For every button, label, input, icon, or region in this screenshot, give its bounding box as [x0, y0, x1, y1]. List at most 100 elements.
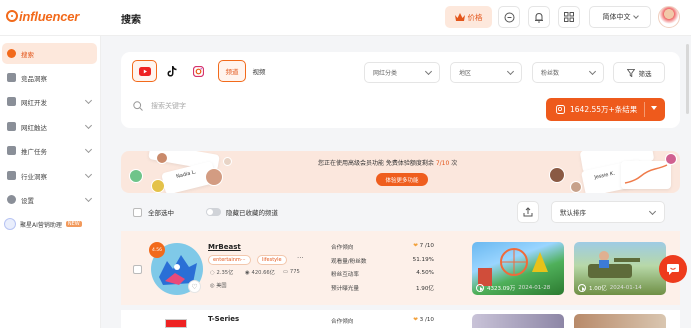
category-tag[interactable]: entertainm···	[208, 255, 251, 265]
eye-icon: ◉	[245, 269, 250, 276]
promo-banner: Nadia L. 您正在使用高级会员功能 免费体验额度剩余 7/10 次 体验更…	[121, 151, 680, 193]
video-thumbnail[interactable]	[472, 314, 564, 328]
video-thumbnail[interactable]	[574, 314, 666, 328]
select-all-checkbox[interactable]	[133, 207, 142, 217]
metric-label: 合作倾向	[331, 319, 354, 325]
metric-value-text: 3 /10	[419, 317, 434, 323]
video-meta: 1.00亿 2024-01-14	[578, 284, 642, 292]
videos-stat: ▭ 775	[283, 269, 300, 275]
channel-name[interactable]: MrBeast	[208, 243, 241, 251]
sidebar-item-label: 网红触达	[21, 123, 47, 132]
promo-message: 您正在使用高级会员功能 免费体验额度剩余 7/10 次	[318, 158, 457, 167]
more-tags-button[interactable]: ···	[297, 254, 304, 262]
sidebar-item-settings[interactable]: 设置	[2, 189, 97, 210]
platform-instagram[interactable]	[186, 60, 211, 82]
select-all[interactable]: 全部选中	[133, 207, 174, 217]
crown-icon	[454, 13, 465, 21]
user-icon: ◌	[210, 269, 215, 276]
caret-down-icon[interactable]	[651, 106, 657, 113]
video-icon: ▭	[283, 269, 288, 275]
hide-favorites-toggle[interactable]	[206, 208, 221, 216]
insight-icon	[7, 73, 16, 82]
platform-youtube[interactable]	[132, 60, 157, 82]
sidebar-item-label: 推广任务	[21, 147, 47, 156]
heart-icon: ♡	[191, 282, 198, 291]
page-title: 搜索	[121, 15, 141, 26]
logo-mark-icon	[6, 10, 18, 22]
row-checkbox[interactable]	[133, 265, 142, 274]
language-select[interactable]: 简体中文	[589, 6, 651, 28]
chat-icon	[667, 263, 679, 275]
user-avatar[interactable]	[658, 6, 680, 28]
metric-value: ❤ 7 /10	[413, 243, 434, 249]
filter-icon	[626, 68, 635, 77]
sidebar-item-industry[interactable]: 行业洞察	[2, 165, 97, 186]
pricing-button[interactable]: 价格	[445, 6, 492, 28]
search-results-button[interactable]: 1642.55万+条结果	[546, 98, 665, 121]
region-dropdown[interactable]: 地区	[450, 62, 522, 83]
gear-icon	[7, 195, 16, 204]
apps-button[interactable]	[558, 6, 580, 28]
promo-avatar	[129, 169, 143, 183]
search-input[interactable]: 搜索关键字	[133, 101, 186, 111]
notifications-button[interactable]	[528, 6, 550, 28]
subscribers-stat: ◌ 2.35亿	[210, 269, 234, 277]
video-thumbnail[interactable]: 1.00亿 2024-01-14	[574, 242, 666, 295]
search-nav-icon	[7, 49, 16, 58]
promo-avatar	[205, 168, 223, 186]
category-tag[interactable]: lifestyle	[257, 255, 287, 265]
scrollbar[interactable]	[686, 44, 689, 114]
views-stat: ◉ 420.66亿	[245, 269, 275, 277]
chevron-down-icon	[424, 67, 433, 76]
sidebar-item-search[interactable]: 搜索	[2, 43, 97, 64]
play-icon	[476, 284, 484, 292]
messages-button[interactable]	[498, 6, 520, 28]
metric-value: 1.90亿	[415, 286, 434, 292]
metric-value: 51.19%	[412, 257, 434, 263]
channel-avatar[interactable]	[165, 319, 187, 328]
influencer-row[interactable]: T-Series 合作倾向 ❤ 3 /10	[121, 310, 680, 328]
sidebar-item-campaigns[interactable]: 推广任务	[2, 140, 97, 161]
instagram-icon	[193, 65, 204, 77]
sidebar-item-outreach[interactable]: 网红触达	[2, 116, 97, 137]
mail-icon	[7, 122, 16, 131]
country-value: 美国	[216, 283, 227, 289]
support-chat-button[interactable]	[659, 255, 687, 283]
tab-channel[interactable]: 频道	[218, 60, 246, 82]
influencer-row[interactable]: 4.56 ♡ MrBeast entertainm··· lifestyle ·…	[121, 231, 680, 305]
video-date: 2024-01-14	[609, 285, 642, 291]
promo-text-post: 次	[449, 160, 458, 167]
videos-value: 775	[289, 269, 300, 275]
logo[interactable]: influencer	[6, 7, 79, 25]
platform-tiktok[interactable]	[159, 60, 184, 82]
sidebar-item-label: 搜索	[21, 50, 34, 59]
channel-name[interactable]: T-Series	[208, 315, 239, 323]
subscribers-value: 2.35亿	[216, 270, 234, 276]
category-dropdown[interactable]: 网红分类	[364, 62, 440, 83]
tab-video[interactable]: 视频	[246, 60, 272, 82]
ai-assistant-label: 聚星AI营销助理	[20, 221, 62, 229]
new-badge: NEW	[65, 221, 82, 227]
chevron-down-icon	[506, 67, 515, 76]
video-thumbnail[interactable]: 4323.09万 2024-01-28	[472, 242, 564, 295]
followers-dropdown[interactable]: 粉丝数	[532, 62, 604, 83]
search-results-icon	[556, 105, 565, 114]
upgrade-button[interactable]: 体验更多功能	[376, 173, 428, 186]
promo-avatar	[151, 179, 165, 193]
search-placeholder: 搜索关键字	[151, 102, 186, 110]
search-icon	[133, 101, 143, 111]
export-button[interactable]	[517, 201, 539, 223]
sidebar-item-influencer-dev[interactable]: 网红开发	[2, 91, 97, 112]
chevron-down-icon	[84, 96, 93, 105]
campaign-icon	[7, 146, 16, 155]
hide-favorites[interactable]: 隐藏已收藏的频道	[206, 207, 278, 217]
chevron-down-icon	[84, 170, 93, 179]
sidebar-item-competitor-insights[interactable]: 竞品洞察	[2, 67, 97, 88]
chevron-down-icon	[84, 121, 93, 130]
filter-button[interactable]: 筛选	[613, 62, 665, 83]
sidebar-item-ai-assistant[interactable]: 聚星AI营销助理 NEW	[4, 218, 82, 230]
logo-text: influencer	[19, 8, 80, 24]
metric-label: 预计曝光量	[331, 286, 359, 292]
favorite-button[interactable]: ♡	[188, 280, 201, 293]
sort-dropdown[interactable]: 默认排序	[551, 201, 665, 223]
